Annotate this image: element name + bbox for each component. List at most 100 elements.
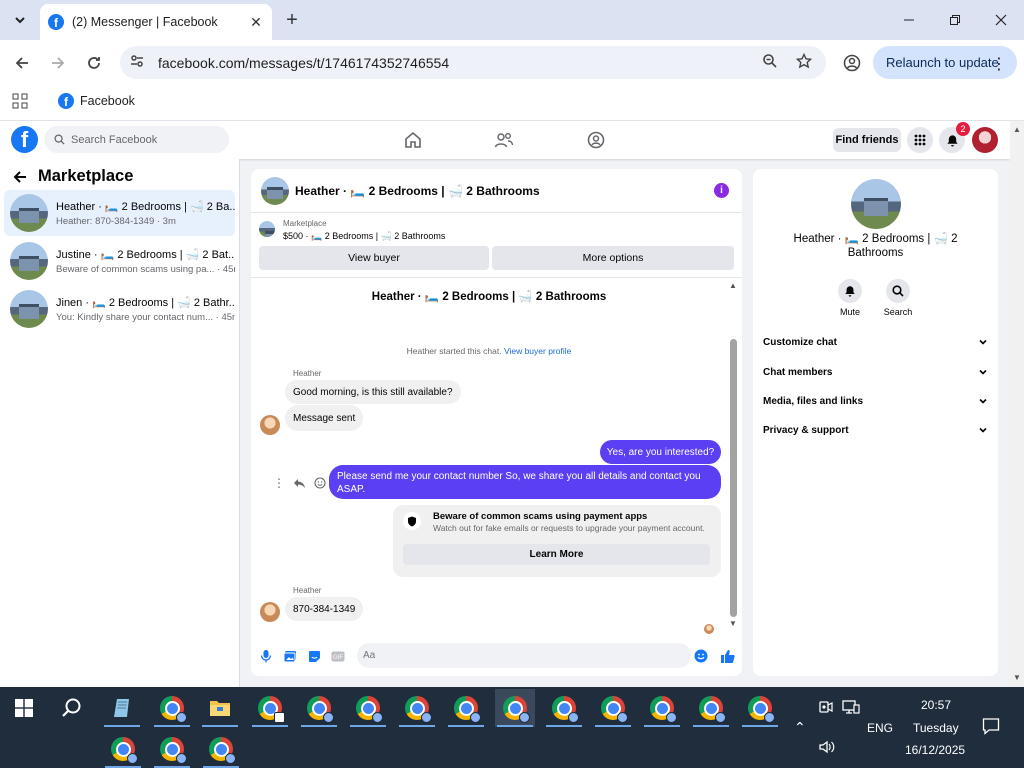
nav-friends[interactable] — [492, 129, 516, 151]
section-privacy-support[interactable]: Privacy & support — [763, 420, 988, 440]
back-button[interactable] — [9, 50, 35, 76]
relaunch-button[interactable]: Relaunch to update ⋮ — [873, 46, 1017, 79]
chat-listing-thumbnail[interactable] — [261, 176, 289, 205]
nav-home[interactable] — [401, 129, 425, 151]
site-info-icon[interactable] — [129, 53, 149, 72]
clock-time[interactable]: 20:57 — [921, 698, 951, 712]
bookmark-star-icon[interactable] — [795, 52, 813, 72]
message-scrollbar[interactable]: ▲ ▼ — [727, 279, 739, 636]
address-bar[interactable]: facebook.com/messages/t/1746174352746554 — [120, 46, 826, 79]
scroll-down-arrow-icon[interactable]: ▼ — [1013, 673, 1021, 682]
notification-center-icon[interactable] — [982, 717, 1000, 738]
view-buyer-profile-link[interactable]: View buyer profile — [504, 346, 571, 356]
message-bubble-incoming[interactable]: Message sent — [285, 405, 364, 431]
emoji-icon[interactable] — [693, 648, 709, 664]
back-arrow-icon[interactable] — [12, 169, 28, 185]
conversation-item[interactable]: Heather · 🛏️ 2 Bedrooms | 🛁 2 Ba... Heat… — [4, 190, 235, 236]
more-options-button[interactable]: More options — [492, 246, 734, 270]
started-text: Heather started this chat. — [406, 346, 502, 356]
taskbar-app-chrome[interactable] — [642, 689, 682, 727]
taskbar-app-chrome[interactable] — [544, 689, 584, 727]
sender-avatar[interactable] — [260, 415, 280, 435]
apps-grid-icon[interactable] — [12, 93, 28, 112]
bookmark-facebook[interactable]: f Facebook — [58, 93, 135, 109]
scroll-up-arrow-icon[interactable]: ▲ — [1013, 125, 1021, 134]
thumbs-up-icon[interactable] — [719, 648, 735, 664]
taskbar-app-chrome[interactable] — [691, 689, 731, 727]
taskbar-app-chrome[interactable] — [299, 689, 339, 727]
gif-icon[interactable]: GIF — [330, 648, 346, 664]
message-bubble-incoming[interactable]: Good morning, is this still available? — [285, 380, 461, 404]
zoom-icon[interactable] — [762, 53, 778, 72]
taskbar-app-chrome[interactable] — [397, 689, 437, 727]
close-tab-icon[interactable]: ✕ — [248, 14, 264, 31]
maximize-button[interactable] — [932, 0, 978, 40]
taskbar-app-chrome[interactable] — [152, 689, 192, 727]
view-buyer-button[interactable]: View buyer — [259, 246, 489, 270]
running-indicator — [252, 725, 288, 727]
browser-tab-messenger[interactable]: f (2) Messenger | Facebook ✕ — [40, 4, 272, 40]
message-bubble-incoming[interactable]: 870-384-1349 — [285, 597, 364, 621]
volume-icon[interactable] — [818, 739, 836, 758]
emoji-react-icon[interactable] — [314, 477, 326, 489]
message-bubble-outgoing[interactable]: Please send me your contact number So, w… — [329, 465, 721, 499]
nav-groups[interactable] — [584, 129, 608, 151]
page-scrollbar[interactable]: ▲ ▼ — [1010, 121, 1024, 687]
search-in-conversation-button[interactable]: Search — [878, 279, 918, 317]
scroll-down-arrow-icon[interactable]: ▼ — [729, 619, 737, 628]
conversation-item[interactable]: Justine · 🛏️ 2 Bedrooms | 🛁 2 Bat... Bew… — [4, 238, 235, 284]
section-customize-chat[interactable]: Customize chat — [763, 332, 988, 352]
kebab-menu-icon[interactable]: ⋮ — [991, 54, 1007, 74]
sender-avatar[interactable] — [260, 602, 280, 622]
clock-day[interactable]: Tuesday — [913, 721, 959, 735]
meet-now-icon[interactable] — [818, 699, 834, 718]
mute-button[interactable]: Mute — [830, 279, 870, 317]
taskbar-app-chrome[interactable] — [446, 689, 486, 727]
show-hidden-icons-chevron-icon[interactable]: ⌃ — [794, 719, 806, 736]
profile-button[interactable] — [839, 50, 865, 76]
reload-button[interactable] — [81, 50, 107, 76]
chat-header-title[interactable]: Heather · 🛏️ 2 Bedrooms | 🛁 2 Bathrooms — [295, 184, 540, 198]
facebook-logo-icon[interactable]: f — [11, 126, 38, 153]
start-button[interactable] — [4, 689, 44, 727]
forward-button[interactable] — [45, 50, 71, 76]
info-icon[interactable]: i — [714, 183, 729, 198]
new-tab-button[interactable]: + — [280, 8, 304, 32]
learn-more-button[interactable]: Learn More — [403, 544, 710, 565]
menu-button[interactable] — [907, 127, 933, 153]
taskbar-app-chrome[interactable] — [740, 689, 780, 727]
more-actions-icon[interactable]: ⋮ — [273, 476, 285, 490]
reply-icon[interactable] — [293, 477, 306, 489]
section-media-files-links[interactable]: Media, files and links — [763, 391, 988, 411]
taskbar-app-chrome[interactable] — [348, 689, 388, 727]
close-window-button[interactable] — [978, 0, 1024, 40]
taskbar-app-chrome[interactable] — [201, 730, 241, 768]
message-bubble-outgoing[interactable]: Yes, are you interested? — [600, 440, 721, 464]
taskbar-search-button[interactable] — [52, 689, 92, 727]
taskbar-app-chrome[interactable] — [152, 730, 192, 768]
taskbar-app-chrome[interactable] — [250, 689, 290, 727]
taskbar-app-chrome[interactable] — [593, 689, 633, 727]
taskbar-app-file-explorer[interactable] — [200, 689, 240, 727]
taskbar-app-chrome[interactable] — [103, 730, 143, 768]
microphone-icon[interactable] — [258, 648, 274, 664]
message-list[interactable]: Heather · 🛏️ 2 Bedrooms | 🛁 2 Bathrooms … — [251, 279, 742, 636]
minimize-button[interactable] — [886, 0, 932, 40]
clock-date[interactable]: 16/12/2025 — [905, 743, 965, 757]
find-friends-button[interactable]: Find friends — [833, 128, 901, 152]
account-avatar[interactable] — [972, 127, 998, 153]
scroll-thumb[interactable] — [730, 339, 737, 617]
taskbar-app-chrome-active[interactable] — [495, 689, 535, 727]
tab-search-dropdown[interactable] — [8, 8, 32, 32]
scroll-up-arrow-icon[interactable]: ▲ — [729, 281, 737, 290]
conversation-item[interactable]: Jinen · 🛏️ 2 Bedrooms | 🛁 2 Bathr... You… — [4, 286, 235, 332]
language-indicator[interactable]: ENG — [867, 721, 893, 735]
photo-icon[interactable] — [282, 648, 298, 664]
section-chat-members[interactable]: Chat members — [763, 362, 988, 382]
taskbar-app-notepad[interactable] — [102, 689, 142, 727]
chevron-down-icon — [979, 427, 987, 433]
sticker-icon[interactable] — [306, 648, 322, 664]
facebook-search-input[interactable]: Search Facebook — [44, 126, 229, 153]
network-icon[interactable] — [842, 699, 860, 718]
message-input[interactable] — [357, 643, 691, 668]
